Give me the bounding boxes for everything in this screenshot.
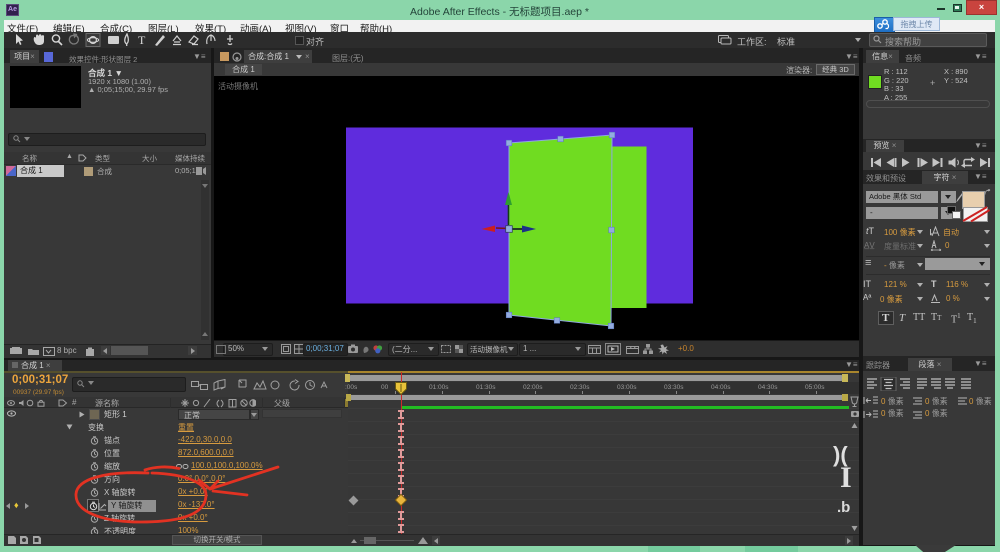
svg-text:T: T (138, 33, 146, 47)
